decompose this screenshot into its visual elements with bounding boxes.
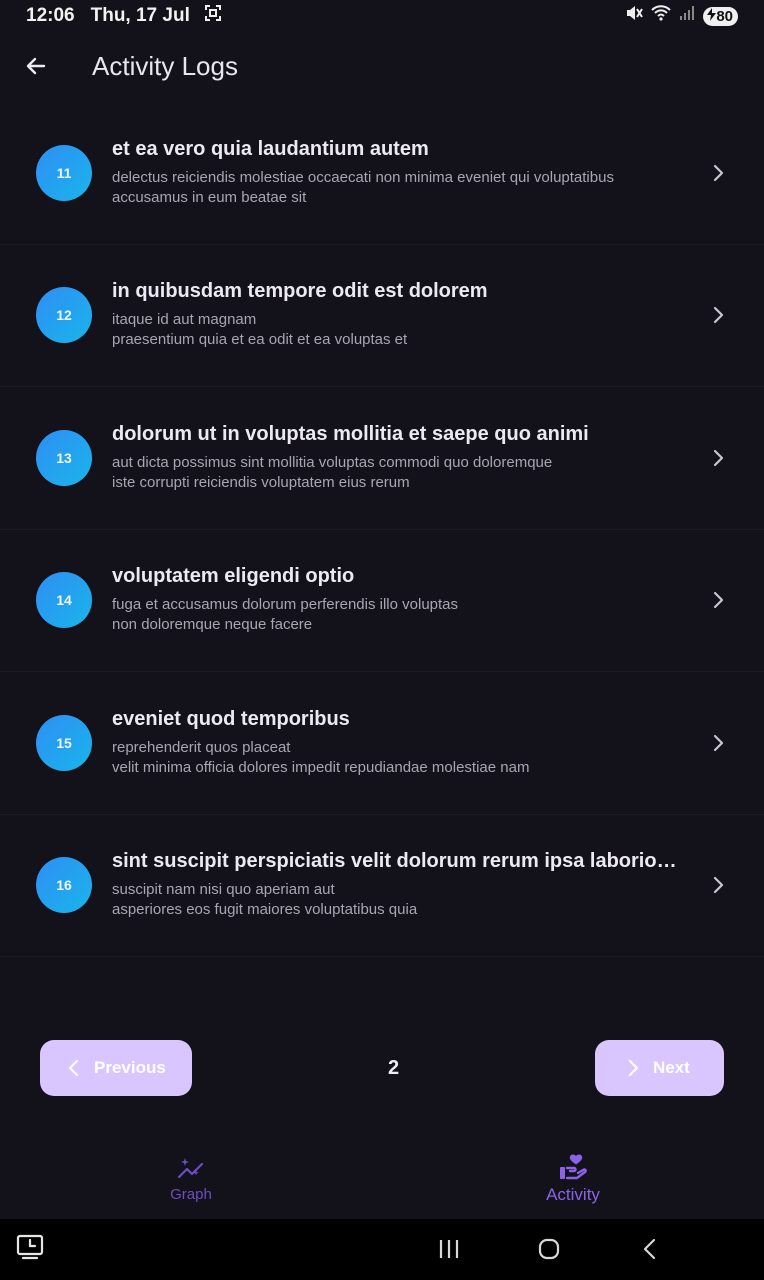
item-title: sint suscipit perspiciatis velit dolorum… bbox=[112, 850, 682, 873]
charging-icon bbox=[707, 7, 717, 25]
list-item[interactable]: 12 in quibusdam tempore odit est dolorem… bbox=[0, 245, 764, 387]
screen-time-button[interactable] bbox=[16, 1233, 44, 1266]
item-title: et ea vero quia laudantium autem bbox=[112, 137, 429, 160]
home-circle-icon bbox=[538, 1238, 560, 1260]
chevron-right-icon bbox=[713, 307, 724, 324]
screenshot-icon bbox=[204, 4, 222, 28]
chevron-left-icon bbox=[643, 1238, 656, 1260]
chevron-right-icon bbox=[713, 877, 724, 894]
pagination: Previous 2 Next bbox=[18, 1030, 746, 1106]
avatar: 14 bbox=[36, 572, 92, 629]
avatar: 12 bbox=[36, 287, 92, 344]
system-back-button[interactable] bbox=[642, 1238, 658, 1265]
nav-activity[interactable]: Activity bbox=[382, 1140, 764, 1218]
status-time: 12:06 bbox=[26, 5, 75, 26]
avatar: 16 bbox=[36, 857, 92, 914]
status-bar: 12:06 Thu, 17 Jul 80 bbox=[0, 0, 764, 32]
chevron-left-icon bbox=[68, 1059, 79, 1077]
activity-log-list: 11 et ea vero quia laudantium autem dele… bbox=[0, 102, 764, 957]
list-item[interactable]: 14 voluptatem eligendi optio fuga et acc… bbox=[0, 530, 764, 672]
home-button[interactable] bbox=[538, 1238, 560, 1265]
next-label: Next bbox=[653, 1058, 690, 1077]
item-title: voluptatem eligendi optio bbox=[112, 565, 355, 588]
current-page: 2 bbox=[387, 1056, 400, 1079]
chevron-right-icon bbox=[713, 164, 724, 181]
battery-indicator: 80 bbox=[703, 6, 738, 26]
avatar: 13 bbox=[36, 429, 92, 486]
battery-level: 80 bbox=[716, 7, 733, 25]
arrow-left-icon bbox=[26, 57, 46, 75]
item-title: eveniet quod temporibus bbox=[112, 707, 350, 730]
signal-icon bbox=[679, 5, 695, 27]
avatar: 15 bbox=[36, 714, 92, 771]
status-date: Thu, 17 Jul bbox=[90, 5, 190, 26]
screen-clock-icon bbox=[16, 1234, 44, 1260]
nav-activity-label: Activity bbox=[546, 1185, 600, 1204]
avatar: 11 bbox=[36, 144, 92, 201]
previous-button[interactable]: Previous bbox=[40, 1040, 192, 1096]
chevron-right-icon bbox=[713, 449, 724, 466]
mute-icon bbox=[625, 4, 644, 28]
page-title: Activity Logs bbox=[92, 50, 238, 81]
recents-icon bbox=[439, 1240, 459, 1258]
back-button[interactable] bbox=[0, 38, 72, 94]
previous-label: Previous bbox=[94, 1058, 166, 1077]
hand-heart-icon bbox=[560, 1154, 587, 1180]
system-navigation-bar bbox=[0, 1219, 764, 1280]
list-item[interactable]: 11 et ea vero quia laudantium autem dele… bbox=[0, 102, 764, 245]
item-body: aut dicta possimus sint mollitia volupta… bbox=[112, 453, 553, 491]
item-title: dolorum ut in voluptas mollitia et saepe… bbox=[112, 422, 589, 445]
graph-sparkle-icon bbox=[177, 1157, 204, 1178]
recent-apps-button[interactable] bbox=[438, 1239, 460, 1264]
chevron-right-icon bbox=[628, 1059, 639, 1077]
next-button[interactable]: Next bbox=[595, 1040, 724, 1096]
item-body: fuga et accusamus dolorum perferendis il… bbox=[112, 596, 459, 634]
bottom-navigation: Graph Activity bbox=[0, 1140, 764, 1218]
item-body: delectus reiciendis molestiae occaecati … bbox=[112, 168, 614, 206]
chevron-right-icon bbox=[713, 592, 724, 609]
nav-graph[interactable]: Graph bbox=[0, 1140, 382, 1218]
list-item[interactable]: 13 dolorum ut in voluptas mollitia et sa… bbox=[0, 387, 764, 530]
item-body: itaque id aut magnam praesentium quia et… bbox=[112, 311, 408, 349]
item-body: reprehenderit quos placeat velit minima … bbox=[112, 738, 530, 776]
wifi-icon bbox=[651, 4, 672, 28]
app-bar: Activity Logs bbox=[0, 38, 764, 94]
item-title: in quibusdam tempore odit est dolorem bbox=[112, 280, 488, 303]
chevron-right-icon bbox=[713, 734, 724, 751]
item-body: suscipit nam nisi quo aperiam aut asperi… bbox=[112, 881, 418, 919]
list-item[interactable]: 16 sint suscipit perspiciatis velit dolo… bbox=[0, 815, 764, 957]
list-item[interactable]: 15 eveniet quod temporibus reprehenderit… bbox=[0, 672, 764, 815]
nav-graph-label: Graph bbox=[170, 1185, 212, 1203]
